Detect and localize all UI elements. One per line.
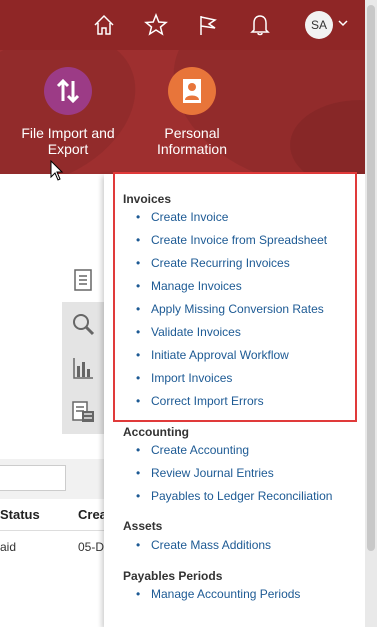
menu-item-manage-accounting-periods[interactable]: • Manage Accounting Periods [136,587,300,601]
notifications-bell-icon[interactable] [247,12,273,38]
file-import-export-app-label[interactable]: File Import and Export [14,125,122,157]
person-badge-icon [183,79,201,103]
menu-item-review-journal-entries[interactable]: • Review Journal Entries [136,466,274,480]
menu-item-create-invoice-spreadsheet[interactable]: • Create Invoice from Spreadsheet [136,233,327,247]
menu-item-create-accounting[interactable]: • Create Accounting [136,443,249,457]
records-tab[interactable] [62,391,104,433]
chevron-down-icon[interactable] [337,17,349,29]
mouse-pointer-icon [50,160,64,181]
column-header-created[interactable]: Crea [78,507,107,522]
personal-information-app-label[interactable]: Personal Information [142,125,242,157]
menu-item-payables-to-ledger-reconciliation[interactable]: • Payables to Ledger Reconciliation [136,489,332,503]
import-export-arrows-icon [56,78,80,104]
tasks-tab[interactable] [62,258,104,302]
section-heading-invoices: Invoices [123,192,172,206]
menu-item-import-invoices[interactable]: • Import Invoices [136,371,232,385]
menu-item-manage-invoices[interactable]: • Manage Invoices [136,279,242,293]
bar-chart-icon [73,358,93,379]
tasks-list-icon [74,269,92,291]
personal-information-app-icon[interactable] [168,67,216,115]
reports-tab[interactable] [62,347,104,389]
global-header: SA [0,0,377,50]
menu-item-create-invoice[interactable]: • Create Invoice [136,210,228,224]
menu-item-validate-invoices[interactable]: • Validate Invoices [136,325,241,339]
menu-item-create-recurring-invoices[interactable]: • Create Recurring Invoices [136,256,290,270]
section-heading-payables-periods: Payables Periods [123,569,223,583]
home-icon[interactable] [91,12,117,38]
menu-item-correct-import-errors[interactable]: • Correct Import Errors [136,394,264,408]
menu-item-initiate-approval-workflow[interactable]: • Initiate Approval Workflow [136,348,289,362]
column-header-status[interactable]: Status [0,507,40,522]
section-heading-assets: Assets [123,519,163,533]
table-cell-status: aid [0,540,17,554]
scrollbar-thumb[interactable] [367,5,375,551]
menu-item-create-mass-additions[interactable]: • Create Mass Additions [136,538,271,552]
search-icon [73,314,95,336]
section-heading-accounting: Accounting [123,425,189,439]
table-cell-created: 05-D [78,540,105,554]
menu-item-apply-missing-conversion-rates[interactable]: • Apply Missing Conversion Rates [136,302,324,316]
background-search-input[interactable] [0,465,66,491]
favorites-star-icon[interactable] [143,12,169,38]
search-tab[interactable] [62,303,104,345]
avatar[interactable]: SA [305,11,333,39]
watchlist-flag-icon[interactable] [195,12,221,38]
file-import-export-app-icon[interactable] [44,67,92,115]
document-list-icon [72,401,94,422]
